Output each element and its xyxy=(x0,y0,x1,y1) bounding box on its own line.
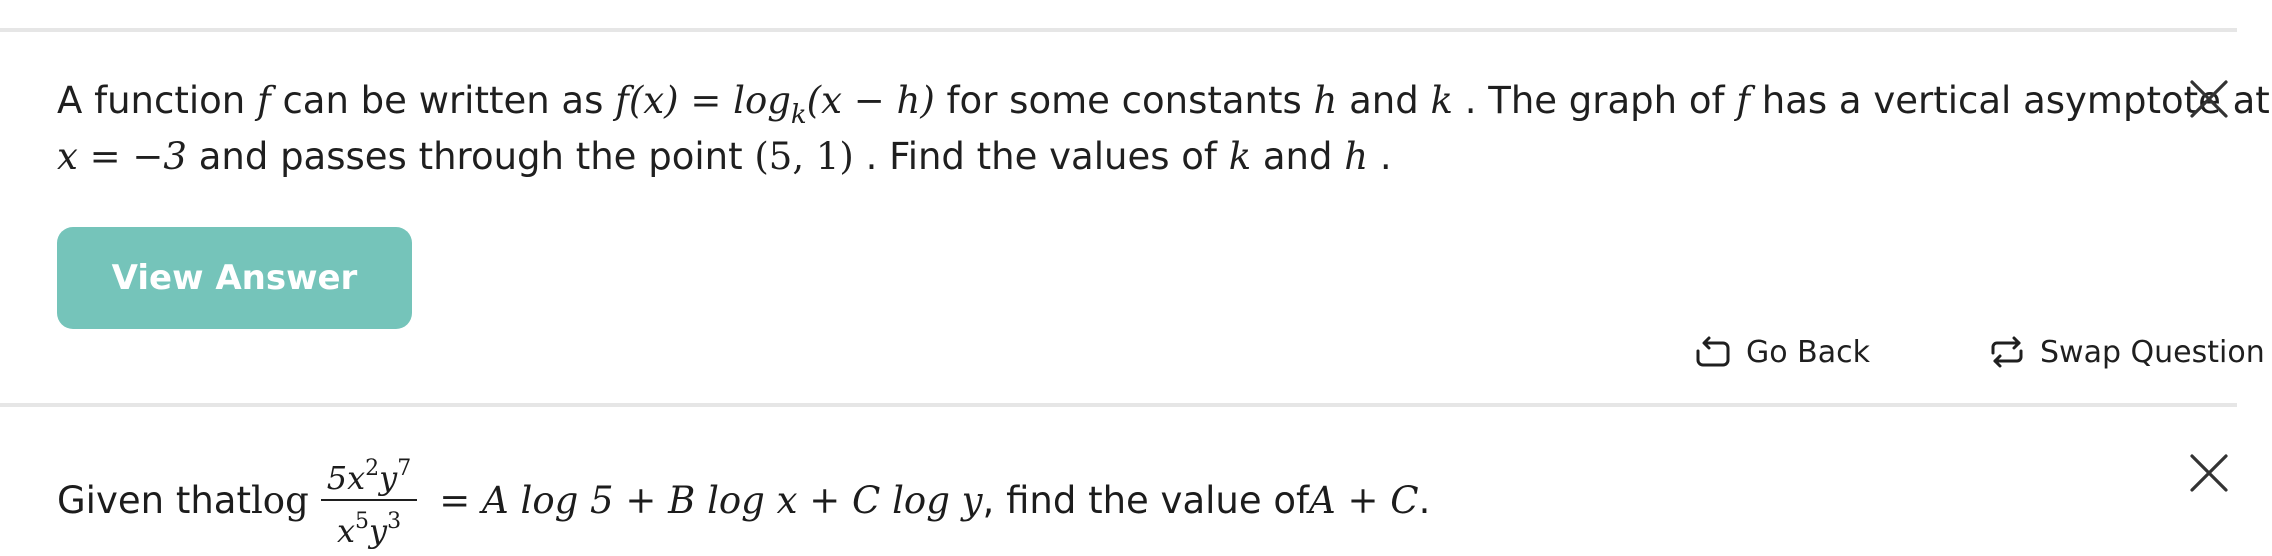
q2-math-rhs: = A log 5 + B log x + C log y xyxy=(439,478,983,522)
q2-math-sum: A + C xyxy=(1309,478,1419,522)
q2-text: , find the value of xyxy=(982,478,1310,522)
close-question-2-button[interactable] xyxy=(2188,452,2230,494)
top-divider xyxy=(0,28,2237,32)
q1-math-expression: f(x) = logk(x − h) xyxy=(615,79,935,130)
q2-text: . xyxy=(1418,478,1431,522)
q2-num-part: 5x xyxy=(326,459,366,497)
q1-expr-lhs: f(x) = log xyxy=(615,79,791,122)
q1-text: and xyxy=(1337,79,1431,122)
q1-expr-rhs: (x − h) xyxy=(806,79,935,122)
close-icon xyxy=(2190,80,2228,118)
q2-log: log xyxy=(250,478,309,522)
q1-math-h: h xyxy=(1344,135,1369,178)
q1-math-f: f xyxy=(1736,79,1750,122)
q1-text: and passes through the point xyxy=(186,135,755,178)
q2-num-exp: 7 xyxy=(397,456,412,481)
undo-arrow-icon xyxy=(1696,336,1730,367)
q2-den-exp: 5 xyxy=(354,509,369,534)
q2-numerator: 5x2y7 xyxy=(321,448,417,499)
q2-den-part: y xyxy=(368,512,388,550)
go-back-button[interactable]: Go Back xyxy=(1694,330,1870,374)
view-answer-button[interactable]: View Answer xyxy=(57,227,412,329)
swap-arrows-icon xyxy=(1991,336,2023,368)
q1-text: and xyxy=(1251,135,1345,178)
q1-math-f: f xyxy=(256,79,271,122)
q2-fraction: 5x2y7 x5y3 xyxy=(320,448,418,552)
q1-expr-subscript: k xyxy=(790,100,807,130)
q1-text: . xyxy=(1368,135,1392,178)
q2-num-exp: 2 xyxy=(365,456,380,481)
close-icon xyxy=(2190,454,2228,492)
q1-math-h: h xyxy=(1313,79,1338,122)
q1-text: . Find the values of xyxy=(853,135,1229,178)
q2-num-part: y xyxy=(379,459,398,497)
q1-text: A function xyxy=(57,79,257,122)
q2-text: Given that xyxy=(57,478,251,522)
q1-math-asymptote: x = −3 xyxy=(57,135,187,178)
swap-question-button[interactable]: Swap Question xyxy=(1988,330,2265,374)
q2-den-exp: 3 xyxy=(387,509,402,534)
q1-math-point: (5, 1) xyxy=(754,135,854,178)
question-2: Given that log 5x2y7 x5y3 = A log 5 + B … xyxy=(57,440,1430,556)
question-1-line-2: x = −3 and passes through the point (5, … xyxy=(57,129,2057,185)
q1-text: can be written as xyxy=(270,79,616,122)
close-question-1-button[interactable] xyxy=(2188,78,2230,120)
go-back-label: Go Back xyxy=(1746,334,1870,370)
q1-math-k: k xyxy=(1430,79,1453,122)
swap-question-label: Swap Question xyxy=(2040,334,2265,370)
q2-den-part: x xyxy=(336,512,355,550)
question-divider xyxy=(0,403,2237,407)
q1-text: . The graph of xyxy=(1452,79,1737,122)
q1-text: for some constants xyxy=(934,79,1314,122)
q1-math-k: k xyxy=(1228,135,1252,178)
q2-denominator: x5y3 xyxy=(331,501,407,552)
